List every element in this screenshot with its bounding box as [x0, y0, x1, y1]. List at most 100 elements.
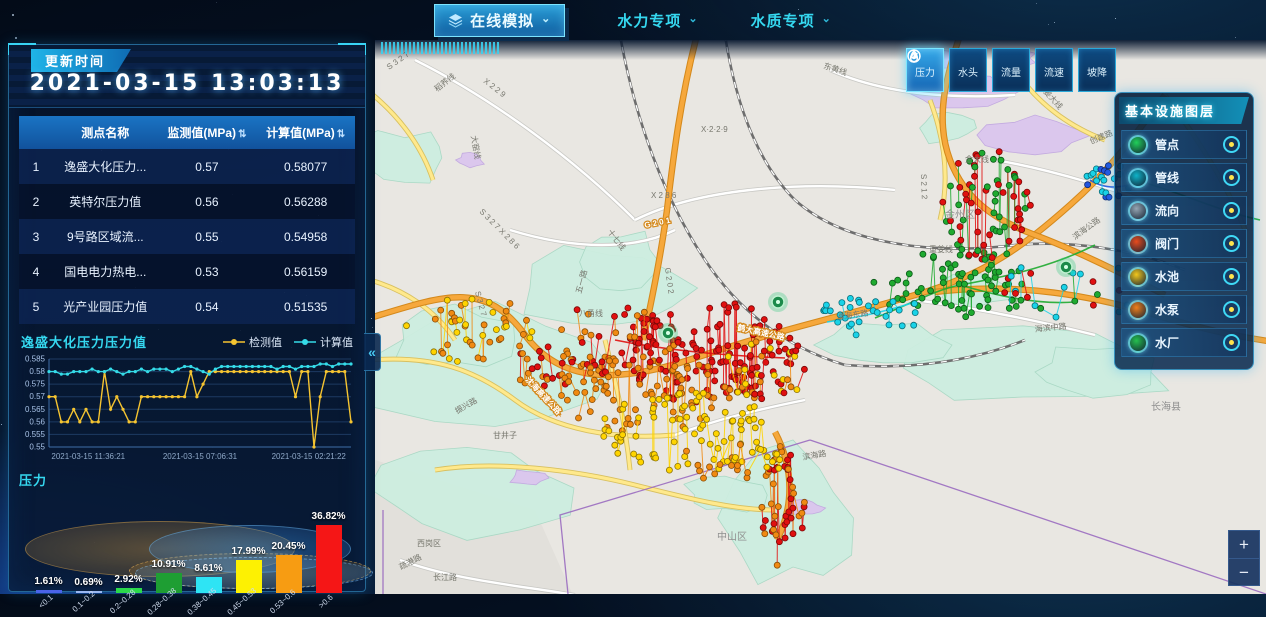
zoom-out-button[interactable]: −	[1228, 558, 1260, 586]
layer-visibility-toggle[interactable]	[1223, 334, 1240, 351]
column-header-2[interactable]: 计算值(MPa)⇅	[256, 116, 355, 149]
layer-icon	[1128, 234, 1148, 254]
svg-text:0.58: 0.58	[29, 367, 45, 376]
bar-value-label: 0.69%	[74, 577, 102, 588]
layer-icon	[1128, 333, 1148, 353]
collapse-panel-button[interactable]: «	[364, 333, 381, 371]
bar-item[interactable]: 8.61%0.38~0.45	[195, 563, 222, 593]
layer-visibility-toggle[interactable]	[1223, 136, 1240, 153]
zoom-in-button[interactable]: +	[1228, 530, 1260, 558]
layer-item-2[interactable]: 流向	[1121, 196, 1247, 225]
bar-category-label: >0.6	[316, 593, 334, 610]
map-tool-4[interactable]: 坡降	[1078, 48, 1116, 92]
svg-text:金大线: 金大线	[965, 154, 989, 164]
layer-icon	[1128, 135, 1148, 155]
top-navigation: 在线模拟⌄水力专项⌄水质专项⌄	[0, 0, 1266, 40]
layers-icon	[448, 13, 463, 28]
chevron-down-icon: ⌄	[541, 12, 551, 25]
map-tools-toolbar: 压力水头流量流速坡降	[906, 48, 1116, 92]
layer-item-3[interactable]: 阀门	[1121, 229, 1247, 258]
map-tool-label: 流速	[1044, 64, 1064, 79]
bar-item[interactable]: 20.45%0.53~0.6	[275, 541, 302, 593]
pressure-line-chart-section: 逸盛大化压力压力值 检测值计算值 0.550.5550.560.5650.570…	[17, 330, 357, 468]
sort-icon[interactable]: ⇅	[238, 129, 246, 140]
svg-text:S 2 1 2: S 2 1 2	[919, 174, 929, 200]
bar-value-label: 20.45%	[272, 541, 306, 552]
line-chart: 0.550.5550.560.5650.570.5750.580.5852021…	[17, 353, 357, 463]
bar-value-label: 10.91%	[152, 559, 186, 570]
layer-label: 水厂	[1155, 334, 1216, 351]
nav-tab-2[interactable]: 水质专项⌄	[751, 10, 832, 31]
table-row[interactable]: 39号路区域流...0.550.54958	[19, 219, 355, 254]
layer-icon	[1128, 168, 1148, 188]
left-dashboard-panel: 更新时间 2021-03-15 13:03:13 测点名称监测值(MPa)⇅计算…	[8, 44, 366, 592]
layers-panel: 基本设施图层 管点管线流向阀门水池水泵水厂	[1114, 92, 1254, 370]
bar-value-label: 8.61%	[194, 563, 222, 574]
layer-label: 水池	[1155, 268, 1216, 285]
bar-item[interactable]: 17.99%0.45~0.53	[235, 546, 262, 593]
svg-text:重姜线: 重姜线	[929, 244, 953, 254]
table-row[interactable]: 5光产业园压力值0.540.51535	[19, 289, 355, 324]
layers-panel-title: 基本设施图层	[1119, 97, 1249, 124]
svg-text:0.555: 0.555	[25, 430, 46, 439]
measurement-table: 测点名称监测值(MPa)⇅计算值(MPa)⇅ 1逸盛大化压力...0.570.5…	[19, 116, 355, 324]
layer-visibility-toggle[interactable]	[1223, 268, 1240, 285]
layer-label: 管线	[1155, 169, 1216, 186]
map-tool-3[interactable]: 流速	[1035, 48, 1073, 92]
bar-item[interactable]: 2.92%0.2~0.28	[115, 574, 142, 593]
bar	[276, 555, 302, 593]
bar-value-label: 36.82%	[312, 511, 346, 522]
bar-item[interactable]: 36.82%>0.6	[315, 511, 342, 593]
layer-item-1[interactable]: 管线	[1121, 163, 1247, 192]
map-tool-1[interactable]: 水头	[949, 48, 987, 92]
svg-text:西岗区: 西岗区	[417, 539, 441, 548]
table-row[interactable]: 2英特尔压力值0.560.56288	[19, 184, 355, 219]
layer-visibility-toggle[interactable]	[1223, 301, 1240, 318]
bar	[316, 525, 342, 593]
map-tool-2[interactable]: 流量	[992, 48, 1030, 92]
update-time-value: 2021-03-15 13:03:13	[9, 71, 365, 96]
bar-item[interactable]: 0.69%0.1~0.2	[75, 577, 102, 593]
nav-tab-1[interactable]: 水力专项⌄	[617, 10, 698, 31]
layer-icon	[1128, 300, 1148, 320]
layer-item-0[interactable]: 管点	[1121, 130, 1247, 159]
nav-tab-0[interactable]: 在线模拟 ⌄	[434, 4, 565, 37]
map-decoration-barcode	[381, 42, 499, 54]
layer-visibility-toggle[interactable]	[1223, 169, 1240, 186]
svg-text:0.575: 0.575	[25, 380, 46, 389]
bar-item[interactable]: 1.61%<0.1	[35, 576, 62, 593]
line-chart-legend: 检测值计算值	[223, 334, 353, 350]
svg-text:金州区: 金州区	[945, 208, 975, 221]
svg-text:0.585: 0.585	[25, 355, 46, 364]
svg-text:0.57: 0.57	[29, 392, 45, 401]
map-area[interactable]: S 3 2 7稻荞线X 2 2 9大窑线十七线G 2 0 2X·2·2·9东黄线…	[375, 40, 1266, 594]
map-tool-label: 流量	[1001, 64, 1021, 79]
svg-text:长江路: 长江路	[433, 572, 457, 582]
update-time-label: 更新时间	[31, 49, 131, 72]
bar-item[interactable]: 10.91%0.28~0.38	[155, 559, 182, 593]
layer-label: 水泵	[1155, 301, 1216, 318]
svg-text:中山区: 中山区	[717, 530, 747, 543]
legend-item[interactable]: 检测值	[223, 334, 282, 350]
layer-item-4[interactable]: 水池	[1121, 262, 1247, 291]
column-header-1[interactable]: 监测值(MPa)⇅	[158, 116, 257, 149]
sort-icon[interactable]: ⇅	[337, 129, 345, 140]
svg-text:2021-03-15 11:36:21: 2021-03-15 11:36:21	[51, 452, 125, 461]
bar-value-label: 1.61%	[34, 576, 62, 587]
update-time-panel: 更新时间 2021-03-15 13:03:13	[9, 45, 365, 108]
svg-text:0.56: 0.56	[29, 417, 45, 426]
chevron-down-icon: ⌄	[688, 12, 698, 25]
layer-visibility-toggle[interactable]	[1223, 202, 1240, 219]
nav-tab-label: 在线模拟	[470, 10, 534, 31]
layer-label: 流向	[1155, 202, 1216, 219]
svg-text:X·2·2·9: X·2·2·9	[701, 125, 728, 134]
svg-text:甘井子: 甘井子	[493, 430, 517, 440]
legend-item[interactable]: 计算值	[294, 334, 353, 350]
table-row[interactable]: 4国电电力热电...0.530.56159	[19, 254, 355, 289]
layer-visibility-toggle[interactable]	[1223, 235, 1240, 252]
table-row[interactable]: 1逸盛大化压力...0.570.58077	[19, 149, 355, 184]
pressure-bar-chart-section: 压力 1.61%<0.10.69%0.1~0.22.92%0.2~0.2810.…	[19, 470, 357, 617]
map-tool-label: 坡降	[1087, 64, 1107, 79]
layer-item-5[interactable]: 水泵	[1121, 295, 1247, 324]
layer-item-6[interactable]: 水厂	[1121, 328, 1247, 357]
